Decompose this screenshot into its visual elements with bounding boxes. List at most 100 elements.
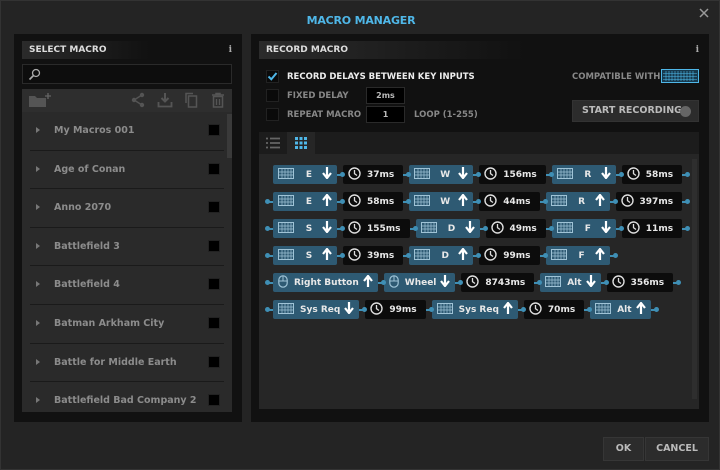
repeat-count-input[interactable]: 1 <box>366 106 405 123</box>
expand-arrow-icon[interactable] <box>36 281 40 288</box>
expand-arrow-icon[interactable] <box>36 397 40 404</box>
trash-icon[interactable] <box>210 92 226 108</box>
delay-block[interactable]: 49ms <box>485 219 546 238</box>
key-event-block[interactable]: E <box>273 165 337 184</box>
macro-checkbox[interactable] <box>208 162 220 175</box>
copy-icon[interactable] <box>183 92 199 108</box>
macro-manager-window: MACRO MANAGER SELECT MACRO i My Macros 00… <box>0 0 720 470</box>
key-event-block[interactable]: D <box>415 219 480 238</box>
close-icon[interactable] <box>697 6 711 20</box>
fixed-delay-checkbox[interactable] <box>266 89 279 102</box>
sequence-row: Right Button Wheel 8743ms Alt 356ms <box>265 273 682 292</box>
tab-list-view[interactable] <box>259 132 287 154</box>
key-event-block[interactable]: Wheel <box>383 273 456 292</box>
key-event-block[interactable]: R <box>545 192 610 211</box>
delay-block[interactable]: 11ms <box>621 219 683 238</box>
mouse-icon <box>388 274 399 291</box>
repeat-macro-checkbox[interactable] <box>266 108 279 121</box>
delay-block[interactable]: 8743ms <box>461 273 535 292</box>
key-event-block[interactable]: Alt <box>540 273 601 292</box>
delay-block[interactable]: 58ms <box>621 165 683 184</box>
sequence-scrollbar[interactable] <box>692 159 697 399</box>
macro-list-item[interactable]: Batman Arkham City <box>30 305 224 344</box>
delay-block[interactable]: 397ms <box>615 192 683 211</box>
delay-value: 99ms <box>503 250 531 261</box>
search-input[interactable] <box>45 67 225 81</box>
expand-arrow-icon[interactable] <box>36 204 40 211</box>
key-label: D <box>441 250 449 261</box>
key-label: Alt <box>617 304 632 315</box>
expand-arrow-icon[interactable] <box>36 358 40 365</box>
delay-block[interactable]: 39ms <box>343 246 404 265</box>
record-delays-checkbox[interactable] <box>266 70 279 83</box>
delay-block[interactable]: 37ms <box>343 165 404 184</box>
key-label: Sys Req <box>300 304 341 315</box>
macro-checkbox[interactable] <box>208 124 220 136</box>
share-icon[interactable] <box>130 92 146 108</box>
macro-checkbox[interactable] <box>208 278 220 291</box>
tab-grid-view[interactable] <box>287 132 315 154</box>
key-event-block[interactable]: W <box>409 165 474 184</box>
key-event-block[interactable]: Right Button <box>273 273 378 292</box>
delay-block[interactable]: 356ms <box>606 273 674 292</box>
info-icon[interactable]: i <box>696 41 699 59</box>
keyboard-icon <box>420 221 437 236</box>
macro-list-item[interactable]: Battlefield 4 <box>30 266 224 305</box>
start-recording-button[interactable]: START RECORDING <box>572 100 699 122</box>
key-event-block[interactable]: S <box>273 246 337 265</box>
new-folder-icon[interactable] <box>28 92 52 108</box>
key-event-block[interactable]: E <box>273 192 337 211</box>
macro-list-item[interactable]: Age of Conan <box>30 151 224 190</box>
connector <box>673 279 682 285</box>
macro-list-item[interactable]: Battle for Middle Earth <box>30 344 224 383</box>
download-icon[interactable] <box>157 92 173 108</box>
key-event-block[interactable]: S <box>273 219 337 238</box>
key-event-block[interactable]: D <box>409 246 474 265</box>
arrow-down-icon <box>458 167 469 182</box>
expand-arrow-icon[interactable] <box>36 165 40 172</box>
key-event-block[interactable]: W <box>409 192 474 211</box>
macro-list-item[interactable]: Battlefield Bad Company 2 <box>30 382 224 412</box>
expand-arrow-icon[interactable] <box>36 319 40 326</box>
expand-arrow-icon[interactable] <box>36 242 40 249</box>
arrow-up-icon <box>322 247 332 263</box>
clock-icon <box>484 166 497 183</box>
delay-block[interactable]: 99ms <box>479 246 540 265</box>
record-indicator-icon <box>680 106 691 117</box>
macro-checkbox[interactable] <box>208 355 220 368</box>
key-event-block[interactable]: F <box>551 219 616 238</box>
macro-checkbox[interactable] <box>208 239 220 252</box>
delay-block[interactable]: 156ms <box>479 165 546 184</box>
info-icon[interactable]: i <box>229 41 232 59</box>
delay-block[interactable]: 99ms <box>365 300 426 319</box>
expand-arrow-icon[interactable] <box>36 127 40 133</box>
macro-list-scrollbar[interactable] <box>227 114 232 158</box>
delay-block[interactable]: 70ms <box>523 300 585 319</box>
macro-checkbox[interactable] <box>208 316 220 329</box>
macro-checkbox[interactable] <box>208 201 220 214</box>
key-label: R <box>584 169 592 180</box>
macro-list-item[interactable]: Anno 2070 <box>30 189 224 228</box>
delay-value: 39ms <box>367 250 395 261</box>
search-box[interactable] <box>22 64 232 84</box>
connector <box>545 171 554 177</box>
delay-block[interactable]: 44ms <box>479 192 540 211</box>
key-event-block[interactable]: Alt <box>590 300 651 319</box>
macro-list-item[interactable]: My Macros 001 <box>30 112 224 151</box>
record-macro-header: RECORD MACRO i <box>259 41 701 59</box>
key-event-block[interactable]: F <box>545 246 610 265</box>
key-event-block[interactable]: Sys Req <box>431 300 518 319</box>
delay-block[interactable]: 155ms <box>343 219 410 238</box>
macro-checkbox[interactable] <box>208 394 220 407</box>
compatible-with-label: COMPATIBLE WITH: <box>572 72 664 82</box>
cancel-button[interactable]: CANCEL <box>645 437 709 461</box>
key-event-block[interactable]: R <box>551 165 616 184</box>
macro-list-item[interactable]: Battlefield 3 <box>30 228 224 267</box>
delay-block[interactable]: 58ms <box>343 192 404 211</box>
macro-name: Anno 2070 <box>54 202 112 214</box>
fixed-delay-label: FIXED DELAY <box>287 91 349 101</box>
fixed-delay-input[interactable]: 2ms <box>366 87 405 104</box>
ok-button[interactable]: OK <box>603 437 644 461</box>
connector <box>615 171 624 177</box>
key-event-block[interactable]: Sys Req <box>273 300 360 319</box>
